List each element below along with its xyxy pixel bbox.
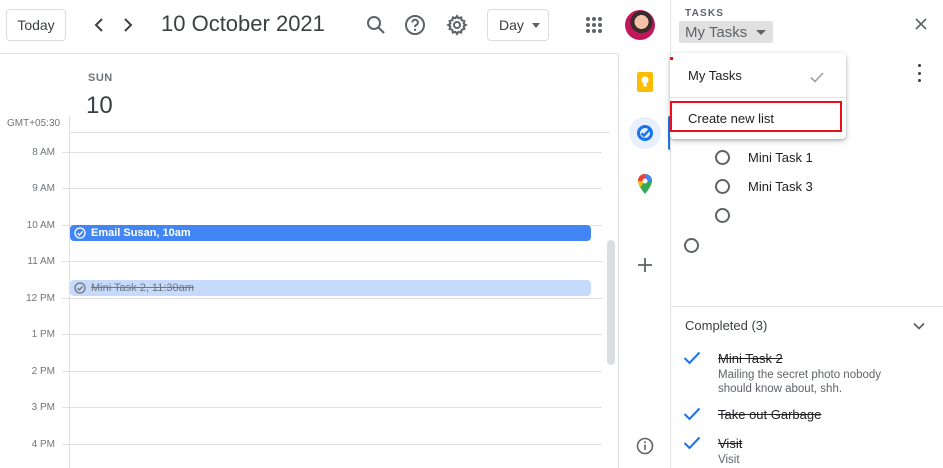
completed-task-item[interactable]: Mini Task 2 Mailing the secret photo nob… bbox=[683, 351, 933, 397]
checkmark-icon bbox=[683, 351, 701, 365]
maps-pin-icon bbox=[638, 174, 652, 194]
dropdown-caret-icon bbox=[756, 30, 767, 35]
completed-task-item[interactable]: Visit Visit bbox=[683, 436, 933, 468]
calendar-scrollbar[interactable] bbox=[607, 240, 615, 365]
task-title[interactable]: Mini Task 3 bbox=[748, 179, 813, 194]
view-selector-label: Day bbox=[499, 17, 524, 33]
account-avatar[interactable] bbox=[625, 10, 655, 40]
task-complete-radio[interactable] bbox=[715, 179, 730, 194]
task-item[interactable]: Mini Task 3 bbox=[715, 179, 813, 194]
hour-label: 9 AM bbox=[32, 183, 55, 194]
chevron-down-icon[interactable] bbox=[911, 318, 927, 334]
task-list-name: My Tasks bbox=[685, 23, 748, 41]
next-day-button[interactable] bbox=[116, 12, 140, 38]
hour-line bbox=[62, 298, 602, 299]
hour-line bbox=[62, 334, 602, 335]
task-complete-radio[interactable] bbox=[684, 238, 699, 253]
completed-task-title: Mini Task 2 bbox=[718, 351, 783, 366]
timezone-label: GMT+05:30 bbox=[7, 118, 61, 129]
info-button[interactable] bbox=[629, 430, 661, 462]
task-list-selector[interactable]: My Tasks bbox=[679, 21, 774, 43]
task-item[interactable]: Mini Task 1 bbox=[715, 150, 813, 165]
calendar-event[interactable]: Mini Task 2, 11:30am bbox=[70, 280, 591, 296]
hour-line bbox=[62, 407, 602, 408]
tasks-button[interactable] bbox=[629, 117, 661, 149]
dropdown-item-label: Create new list bbox=[688, 110, 774, 126]
view-selector[interactable]: Day bbox=[487, 9, 549, 41]
day-of-month-number[interactable]: 10 bbox=[86, 92, 113, 120]
more-options-button[interactable] bbox=[913, 64, 925, 82]
help-button[interactable] bbox=[401, 11, 429, 39]
chevron-left-icon bbox=[94, 18, 103, 32]
search-icon bbox=[367, 16, 385, 34]
checkmark-icon bbox=[683, 407, 701, 421]
hour-label: 3 PM bbox=[31, 402, 55, 413]
hour-label: 11 AM bbox=[27, 256, 55, 267]
hour-label: 1 PM bbox=[31, 329, 55, 340]
hour-line bbox=[62, 444, 602, 445]
hour-label: 10 AM bbox=[26, 220, 55, 231]
today-button[interactable]: Today bbox=[6, 9, 66, 41]
hour-line bbox=[62, 188, 602, 189]
task-item[interactable] bbox=[715, 208, 748, 223]
maps-button[interactable] bbox=[629, 168, 661, 200]
apps-grid-icon bbox=[586, 17, 602, 33]
completed-task-title: Take out Garbage bbox=[718, 407, 822, 422]
tasks-icon bbox=[637, 125, 653, 141]
task-complete-radio[interactable] bbox=[715, 150, 730, 165]
apps-button[interactable] bbox=[580, 11, 608, 39]
task-check-circle-icon bbox=[74, 282, 86, 294]
hour-label: 8 AM bbox=[32, 147, 55, 158]
task-complete-radio[interactable] bbox=[715, 208, 730, 223]
annotation-dot bbox=[670, 57, 673, 60]
keep-icon bbox=[637, 72, 653, 92]
gear-icon bbox=[446, 14, 468, 36]
task-check-circle-icon bbox=[74, 227, 86, 239]
hour-line bbox=[62, 261, 602, 262]
calendar-event[interactable]: Email Susan, 10am bbox=[70, 225, 591, 241]
side-panel-rail bbox=[618, 54, 671, 468]
plus-icon bbox=[638, 258, 652, 272]
tasks-section-label: TASKS bbox=[685, 8, 725, 19]
completed-section-header[interactable]: Completed (3) bbox=[685, 318, 767, 333]
dropdown-item-create-new-list[interactable]: Create new list bbox=[670, 101, 846, 135]
completed-task-item[interactable]: Take out Garbage bbox=[683, 407, 933, 425]
hour-label: 12 PM bbox=[26, 293, 55, 304]
hour-label: 2 PM bbox=[31, 366, 55, 377]
help-icon bbox=[405, 15, 425, 35]
dropdown-divider bbox=[670, 97, 846, 98]
close-icon bbox=[915, 18, 927, 30]
completed-task-note: Mailing the secret photo nobody should k… bbox=[718, 369, 882, 395]
completed-task-title: Visit bbox=[718, 436, 743, 451]
settings-button[interactable] bbox=[443, 11, 471, 39]
keep-button[interactable] bbox=[629, 66, 661, 98]
day-of-week-label: SUN bbox=[88, 72, 113, 84]
dropdown-item-my-tasks[interactable]: My Tasks bbox=[670, 58, 846, 92]
completed-divider bbox=[671, 306, 943, 307]
current-date-title: 10 October 2021 bbox=[161, 11, 325, 36]
checkmark-icon bbox=[810, 72, 824, 83]
hour-line bbox=[62, 152, 602, 153]
info-icon bbox=[636, 437, 654, 455]
search-button[interactable] bbox=[362, 11, 390, 39]
task-list-dropdown: My Tasks Create new list bbox=[670, 53, 846, 139]
task-item[interactable] bbox=[684, 238, 717, 253]
close-panel-button[interactable] bbox=[911, 14, 931, 34]
calendar-header: Today 10 October 2021 Day bbox=[0, 0, 618, 54]
previous-day-button[interactable] bbox=[87, 12, 111, 38]
event-label: Email Susan, 10am bbox=[91, 227, 191, 239]
completed-task-note: Visit bbox=[718, 454, 740, 466]
checkmark-icon bbox=[683, 436, 701, 450]
all-day-divider bbox=[70, 132, 610, 133]
dropdown-item-label: My Tasks bbox=[688, 67, 742, 83]
hour-line bbox=[62, 371, 602, 372]
dropdown-caret-icon bbox=[532, 23, 540, 28]
hour-label: 4 PM bbox=[31, 439, 55, 450]
task-title[interactable]: Mini Task 1 bbox=[748, 150, 813, 165]
chevron-right-icon bbox=[124, 18, 133, 32]
event-label: Mini Task 2, 11:30am bbox=[91, 282, 194, 294]
get-add-ons-button[interactable] bbox=[629, 249, 661, 281]
